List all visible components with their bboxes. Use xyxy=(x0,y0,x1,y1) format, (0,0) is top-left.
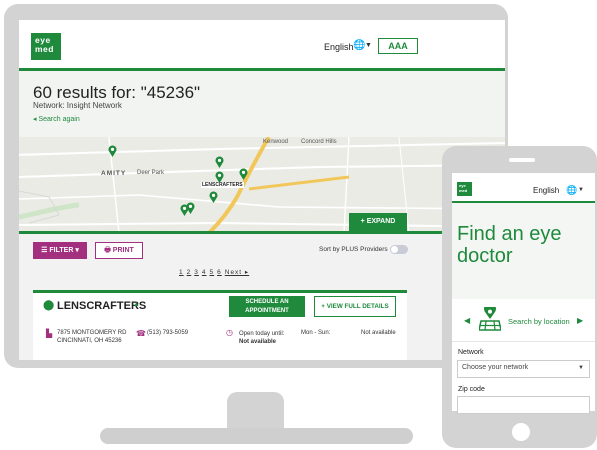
map-label-deer-park: Deer Park xyxy=(137,170,165,176)
page-link[interactable]: 6 xyxy=(217,269,222,276)
chevron-down-icon[interactable]: ▼ xyxy=(365,42,372,49)
collapse-caret-icon[interactable]: ▲ xyxy=(133,301,140,308)
mobile-hero-title: Find an eye doctor xyxy=(457,223,562,267)
location-pin-icon: ⬤ xyxy=(43,300,55,311)
zip-code-input[interactable] xyxy=(457,396,590,414)
page-link[interactable]: 5 xyxy=(210,269,215,276)
clock-icon: ◷ xyxy=(226,328,233,337)
phone-icon: ☎ xyxy=(136,329,146,338)
map-location-icon xyxy=(478,302,502,336)
arrow-right-icon[interactable]: ▶ xyxy=(577,316,583,325)
building-icon: ▙ xyxy=(46,329,53,338)
language-label[interactable]: English xyxy=(324,42,354,52)
hours-line1: Open today until: xyxy=(239,331,285,337)
mobile-language-label[interactable]: English xyxy=(533,186,559,195)
phone-speaker xyxy=(509,158,535,162)
arrow-left-icon[interactable]: ◀ xyxy=(464,316,470,325)
desktop-screen: eye med English 🌐 ▼ AAA 60 results for: "… xyxy=(19,20,505,360)
next-page-link[interactable]: Next ▸ xyxy=(225,268,249,276)
page-link[interactable]: 1 xyxy=(179,269,184,276)
text-size-label: AAA xyxy=(388,41,408,51)
sort-plus-label: Sort by PLUS Providers xyxy=(319,246,388,253)
phone-home-button[interactable] xyxy=(512,423,530,441)
results-title: 60 results for: "45236" xyxy=(33,83,201,102)
provider-address: 7875 MONTGOMERY RD CINCINNATI, OH 45236 xyxy=(57,329,126,345)
eyemed-logo[interactable]: eye med xyxy=(31,33,61,60)
schedule-label-line1: SCHEDULE AN xyxy=(245,299,289,305)
map-canvas xyxy=(19,137,505,233)
mobile-eyemed-logo[interactable]: eye med xyxy=(457,182,472,196)
globe-icon[interactable]: 🌐 xyxy=(353,40,365,51)
search-by-location-label[interactable]: Search by location xyxy=(508,317,570,326)
site-header xyxy=(19,20,505,71)
print-label: PRINT xyxy=(112,247,134,254)
schedule-appointment-button[interactable]: SCHEDULE AN APPOINTMENT xyxy=(229,296,305,317)
print-button[interactable]: 🖶 PRINT xyxy=(95,242,143,259)
page-link[interactable]: 4 xyxy=(202,269,207,276)
network-info: Network: Insight Network xyxy=(33,101,122,110)
map-label-amity: AMITY xyxy=(101,170,127,177)
hours-availability: Not available xyxy=(361,330,396,336)
hours-days: Mon - Sun: xyxy=(301,330,331,336)
network-label: Network xyxy=(458,349,484,356)
page-link[interactable]: 2 xyxy=(187,269,192,276)
expand-map-button[interactable]: + EXPAND xyxy=(349,213,407,231)
address-line1: 7875 MONTGOMERY RD xyxy=(57,330,127,336)
map-label-concord-hills: Concord Hills xyxy=(301,139,337,145)
map-pin-icon[interactable] xyxy=(186,201,195,219)
chevron-down-icon: ▼ xyxy=(578,365,584,371)
map-pin-icon[interactable] xyxy=(209,190,218,208)
mobile-divider xyxy=(452,341,595,342)
printer-icon: 🖶 xyxy=(104,247,111,254)
toggle-knob xyxy=(391,246,398,253)
address-line2: CINCINNATI, OH 45236 xyxy=(57,338,122,344)
provider-hours: Open today until: Not available xyxy=(239,330,284,346)
results-map[interactable] xyxy=(19,137,505,233)
view-full-details-button[interactable]: + VIEW FULL DETAILS xyxy=(314,296,396,317)
hours-line2: Not available xyxy=(239,339,277,345)
pagination: 1 2 3 4 5 6 Next ▸ xyxy=(179,268,252,276)
map-label-kenwood: Kenwood xyxy=(263,139,289,145)
monitor-stand-base xyxy=(100,428,413,444)
map-pin-icon[interactable] xyxy=(108,144,117,162)
network-select-value: Choose your network xyxy=(462,364,529,371)
zip-code-label: Zip code xyxy=(458,386,485,393)
search-again-link[interactable]: ◂ Search again xyxy=(33,115,80,123)
chevron-down-icon[interactable]: ▼ xyxy=(578,187,584,193)
globe-icon[interactable]: 🌐 xyxy=(566,185,577,196)
page-link[interactable]: 3 xyxy=(194,269,199,276)
map-pin-icon[interactable] xyxy=(239,167,248,185)
filter-button[interactable]: ☰ FILTER ▾ xyxy=(33,242,87,259)
provider-phone[interactable]: (513) 793-5059 xyxy=(147,330,188,336)
text-size-button[interactable]: AAA xyxy=(378,38,418,54)
map-pin-icon[interactable] xyxy=(215,170,224,188)
schedule-label-line2: APPOINTMENT xyxy=(245,308,289,314)
